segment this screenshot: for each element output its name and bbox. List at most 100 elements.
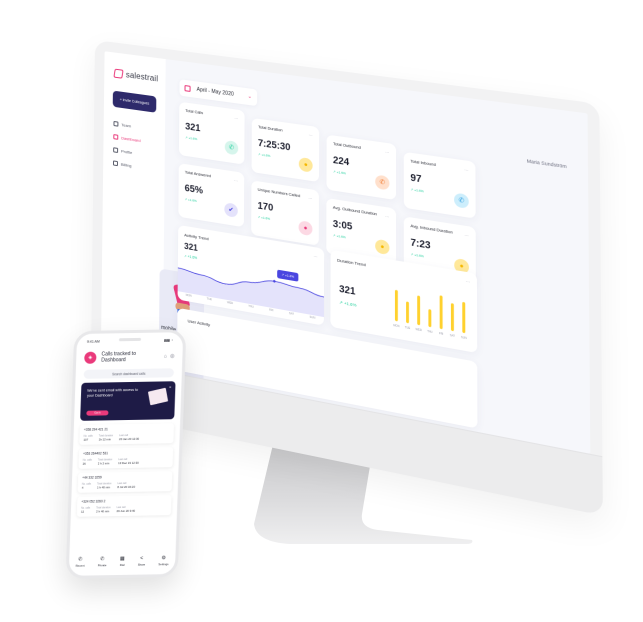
call-meta-value: 26 bbox=[82, 461, 86, 466]
stat-title: Total Outbound bbox=[333, 141, 361, 150]
x-tick-label: FRI bbox=[269, 308, 274, 313]
call-meta-value: 1 h 40 min bbox=[96, 485, 111, 490]
call-meta-value: 2 h 40 min bbox=[96, 509, 110, 514]
more-icon[interactable]: ··· bbox=[385, 149, 389, 155]
more-icon[interactable]: ··· bbox=[308, 195, 312, 201]
call-meta-field: Last call 8 Jul 20 16:20 bbox=[117, 482, 135, 489]
user-menu[interactable]: Maria Sundström bbox=[527, 158, 567, 169]
stat-card: Total Answered ··· 65% ↗ +1.6% ✔ bbox=[178, 163, 245, 228]
salestrail-logo[interactable]: salestrail bbox=[113, 68, 158, 84]
call-meta-value: 29 Jun 20 9:40 bbox=[116, 508, 136, 514]
call-meta-field: No. calls 26 bbox=[83, 459, 92, 466]
x-tick-label: MON bbox=[185, 293, 192, 298]
more-icon[interactable]: ··· bbox=[464, 232, 469, 238]
duration-bar[interactable] bbox=[428, 309, 432, 328]
tab-private[interactable]: ✆ Private bbox=[98, 556, 107, 567]
phone-title: Calls tracked to Dashboard bbox=[101, 350, 137, 364]
sidebar: salestrail + Invite Colleagues Team Dash… bbox=[100, 51, 205, 392]
chevron-down-icon: ⌄ bbox=[247, 93, 252, 101]
call-list-item[interactable]: +44 332 3259 No. calls 4 Total duration 1 h … bbox=[77, 471, 173, 493]
duration-bar[interactable] bbox=[406, 301, 409, 324]
duration-bar[interactable] bbox=[417, 295, 421, 326]
call-meta-field: No. calls 107 bbox=[83, 435, 92, 442]
invite-colleagues-button[interactable]: + Invite Colleagues bbox=[112, 90, 157, 113]
x-tick-label: SAT bbox=[288, 311, 294, 317]
duration-bar[interactable] bbox=[450, 303, 454, 332]
x-tick-label: WED bbox=[416, 328, 423, 332]
more-icon[interactable]: ··· bbox=[385, 213, 389, 219]
sidebar-item-profile[interactable]: Profile bbox=[113, 147, 140, 156]
sidebar-item-label: Team bbox=[121, 122, 132, 129]
more-icon[interactable]: ··· bbox=[464, 167, 469, 173]
more-icon[interactable]: ··· bbox=[313, 253, 317, 259]
tab-label: Settings bbox=[158, 562, 169, 567]
duration-bar[interactable] bbox=[462, 301, 466, 334]
phone-number: +44 332 3259 bbox=[82, 475, 102, 480]
phone-tab-bar: ✆ Recent ✆ Private ▦ Dial < Share ⚙ Settings bbox=[69, 555, 176, 568]
more-icon[interactable]: ··· bbox=[466, 278, 471, 284]
x-tick-label: TUE bbox=[405, 326, 411, 330]
sidebar-item-billing[interactable]: Billing bbox=[112, 160, 140, 169]
more-icon[interactable]: ··· bbox=[308, 132, 312, 138]
call-meta-field: Last call 20 Jan 20 12:30 bbox=[119, 434, 139, 441]
stat-card: Total Duration ··· 7:25:30 ↗ +1.6% ● bbox=[251, 117, 320, 183]
stat-title: Total Inbound bbox=[410, 159, 436, 168]
x-tick-label: SUN bbox=[461, 336, 467, 340]
close-icon[interactable]: × bbox=[169, 384, 172, 389]
mobile-phone: 9:41 AM ▮▮▮ ◔ ◈ Calls tracked to Dashboa… bbox=[65, 329, 187, 579]
x-tick-label: SUN bbox=[309, 315, 316, 320]
stat-title: Total Answered bbox=[184, 170, 211, 179]
dashboard-icon[interactable]: ⌂ bbox=[164, 353, 167, 359]
phone-header-actions: ⌂ ◎ bbox=[164, 353, 175, 359]
call-list-item[interactable]: +324 052 3260 2 No. calls 12 Total duration… bbox=[76, 495, 172, 517]
call-list: +358 294 421 21 No. calls 107 Total duratio… bbox=[71, 423, 180, 517]
profile-icon bbox=[113, 147, 119, 154]
private-icon: ✆ bbox=[100, 556, 105, 563]
call-meta: No. calls 26 Total duration 2 h 2 min Last c… bbox=[83, 457, 169, 466]
sidebar-item-team[interactable]: Team bbox=[113, 120, 140, 130]
call-meta-field: Last call 13 Dec 19 12:30 bbox=[118, 458, 139, 465]
more-icon[interactable]: ··· bbox=[234, 178, 238, 184]
call-meta-field: No. calls 12 bbox=[81, 507, 90, 514]
date-range-label: April - May 2020 bbox=[196, 86, 234, 98]
banner-button[interactable]: Got it bbox=[86, 410, 109, 416]
phone-number: +353 264402 531 bbox=[82, 451, 108, 456]
call-meta-value: 4 bbox=[81, 485, 84, 490]
duration-trend-chart: MON TUE WED THU FRI SAT SUN bbox=[393, 289, 467, 340]
tab-label: Private bbox=[97, 563, 107, 568]
call-meta-field: Total duration 1h 12 min bbox=[99, 434, 114, 441]
tab-share[interactable]: < Share bbox=[138, 556, 146, 567]
call-meta-value: 107 bbox=[83, 437, 89, 442]
tab-recent[interactable]: ✆ Recent bbox=[76, 557, 85, 568]
calendar-icon bbox=[184, 85, 191, 92]
stat-title: Avg. Outbound Duration bbox=[332, 205, 378, 217]
sidebar-nav: Team Dashboard Profile Billing bbox=[112, 120, 141, 170]
tab-dial[interactable]: ▦ Dial bbox=[120, 556, 125, 567]
tab-settings[interactable]: ⚙ Settings bbox=[158, 555, 169, 566]
email-sent-banner: We've sent email with access to your Das… bbox=[80, 381, 176, 421]
call-meta-value: 20 Jan 20 12:30 bbox=[118, 436, 140, 442]
dashboard-icon bbox=[113, 134, 119, 140]
call-meta: No. calls 12 Total duration 2 h 40 min Last … bbox=[81, 505, 167, 514]
sidebar-item-label: Profile bbox=[121, 148, 133, 156]
activity-area bbox=[177, 264, 325, 318]
more-icon[interactable]: ··· bbox=[234, 115, 238, 121]
call-list-item[interactable]: +358 294 421 21 No. calls 107 Total duratio… bbox=[79, 423, 175, 445]
call-meta-field: Total duration 2 h 2 min bbox=[98, 458, 113, 465]
call-meta-field: Last call 29 Jun 20 9:40 bbox=[116, 506, 135, 513]
sidebar-item-label: Billing bbox=[120, 161, 132, 169]
call-list-item[interactable]: +353 264402 531 No. calls 26 Total duration… bbox=[78, 447, 174, 469]
search-input[interactable]: Search dashboard calls bbox=[83, 368, 175, 379]
call-meta: No. calls 107 Total duration 1h 12 min Last … bbox=[83, 433, 169, 442]
settings-icon[interactable]: ◎ bbox=[170, 353, 175, 359]
stat-title: Total Duration bbox=[258, 124, 283, 133]
sidebar-item-dashboard[interactable]: Dashboard bbox=[113, 134, 141, 143]
duration-bar[interactable] bbox=[439, 295, 443, 330]
date-range-picker[interactable]: April - May 2020 ⌄ bbox=[179, 79, 258, 107]
call-meta-field: Total duration 2 h 40 min bbox=[96, 506, 111, 513]
banner-text: We've sent email with access to your Das… bbox=[86, 387, 139, 398]
app-logo-icon: ◈ bbox=[84, 351, 97, 364]
duration-bar[interactable] bbox=[394, 289, 398, 322]
logo-icon bbox=[113, 68, 124, 79]
dial-icon: ▦ bbox=[119, 555, 125, 562]
